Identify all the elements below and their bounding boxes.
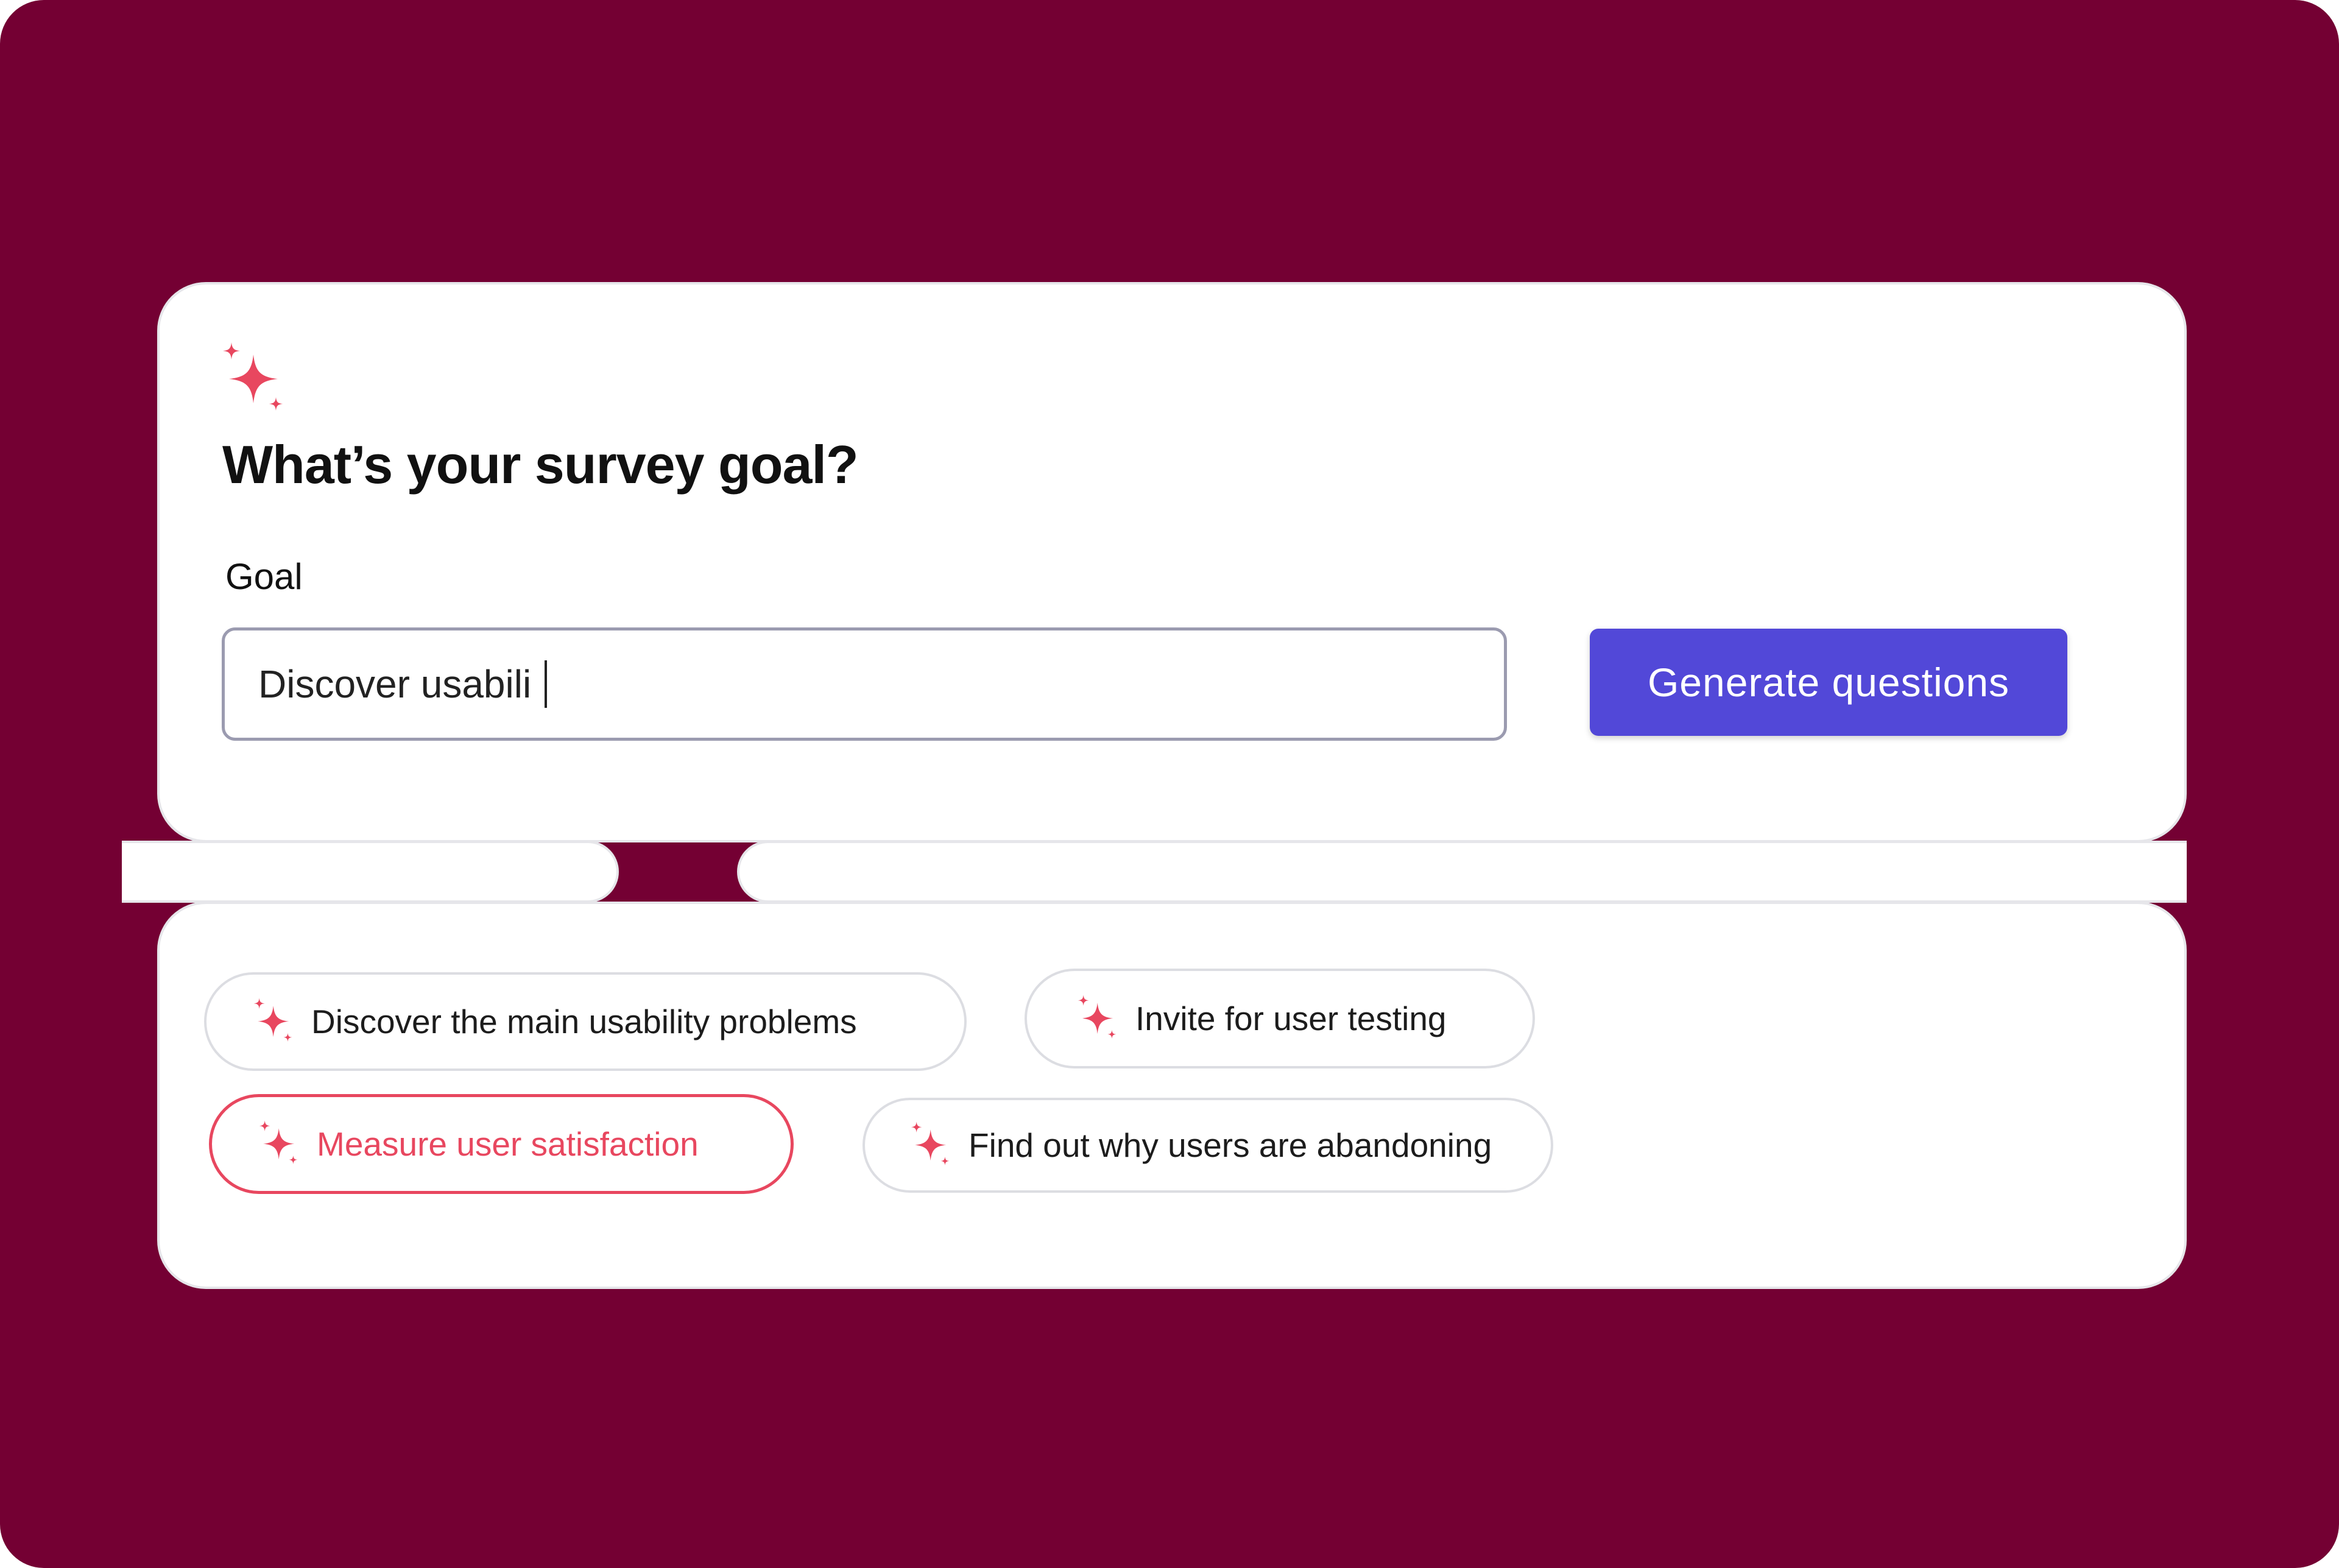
suggestion-label: Measure user satisfaction bbox=[317, 1125, 699, 1163]
suggestion-chip[interactable]: Discover the main usability problems bbox=[204, 972, 967, 1071]
sparkle-icon bbox=[911, 1121, 950, 1165]
suggestion-chip-selected[interactable]: Measure user satisfaction bbox=[209, 1094, 794, 1194]
goal-card bbox=[157, 282, 2187, 842]
card-connector-left bbox=[122, 841, 619, 903]
sparkle-icon bbox=[253, 998, 292, 1042]
backdrop: What’s your survey goal? Goal Discover u… bbox=[0, 0, 2339, 1568]
goal-label: Goal bbox=[225, 556, 303, 597]
goal-input-value: Discover usabili bbox=[258, 662, 532, 706]
suggestion-label: Find out why users are abandoning bbox=[968, 1126, 1492, 1164]
page-title: What’s your survey goal? bbox=[222, 434, 859, 495]
suggestion-label: Invite for user testing bbox=[1135, 1000, 1447, 1037]
suggestion-chip[interactable]: Find out why users are abandoning bbox=[863, 1098, 1553, 1193]
suggestion-chip[interactable]: Invite for user testing bbox=[1025, 969, 1535, 1068]
suggestion-label: Discover the main usability problems bbox=[311, 1003, 857, 1040]
goal-input[interactable]: Discover usabili bbox=[222, 627, 1507, 741]
sparkle-icon bbox=[259, 1120, 298, 1164]
generate-questions-button[interactable]: Generate questions bbox=[1590, 629, 2067, 736]
sparkle-icon bbox=[1078, 995, 1117, 1039]
text-caret bbox=[545, 660, 548, 708]
card-connector-right bbox=[737, 841, 2187, 903]
sparkle-icon bbox=[223, 342, 283, 411]
